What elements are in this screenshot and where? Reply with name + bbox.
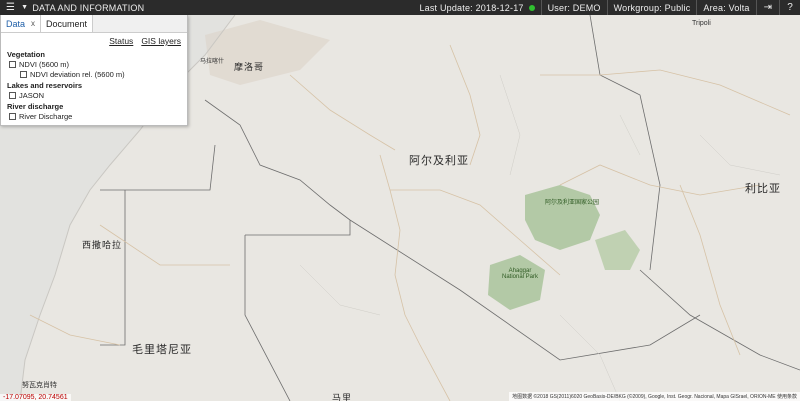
workgroup-info[interactable]: Workgroup: Public (606, 0, 697, 15)
label-national-park: 阿尔及利亚国家公园 (545, 200, 600, 206)
status-link[interactable]: Status (109, 36, 133, 46)
tab-data[interactable]: Data x (1, 15, 42, 32)
layer-ndvi[interactable]: NDVI (5600 m) (1, 59, 187, 69)
menu-icon[interactable]: ☰ (6, 2, 15, 13)
logout-icon[interactable]: ⇥ (755, 0, 780, 15)
tab-document-label: Document (46, 18, 88, 29)
user-info[interactable]: User: DEMO (540, 0, 607, 15)
close-icon[interactable]: x (31, 19, 35, 28)
tab-document[interactable]: Document (41, 15, 94, 32)
area-info[interactable]: Area: Volta (696, 0, 755, 15)
label-ahaggar: Ahaggar National Park (501, 268, 539, 280)
gis-layers-link[interactable]: GIS layers (141, 36, 181, 46)
status-indicator-icon (528, 4, 535, 11)
map-attribution[interactable]: 地图数据 ©2018 GS(2011)6020 GeoBasis-DE/BKG … (509, 392, 800, 401)
layer-ndvi-label: NDVI (5600 m) (19, 60, 70, 69)
last-update-text: Last Update: 2018-12-17 (419, 2, 524, 13)
label-tripoli: Tripoli (692, 20, 711, 27)
app-title[interactable]: DATA AND INFORMATION (32, 3, 144, 13)
help-icon[interactable]: ? (779, 0, 800, 15)
chevron-down-icon[interactable]: ▼ (21, 4, 28, 11)
panel-links: Status GIS layers (1, 33, 187, 48)
group-river: River discharge (7, 102, 64, 111)
cursor-coordinates: -17.07095, 20.74561 (0, 394, 71, 401)
layer-ndvi-deviation[interactable]: NDVI deviation rel. (5600 m) (1, 69, 187, 79)
label-nouakchott: 努瓦克肖特 (22, 382, 57, 389)
layer-jason[interactable]: JASON (1, 90, 187, 100)
layer-river-discharge-label: River Discharge (19, 112, 73, 121)
label-mauritania: 毛里塔尼亚 (132, 344, 192, 356)
layer-river-discharge[interactable]: River Discharge (1, 111, 187, 121)
label-morocco: 摩洛哥 (234, 62, 265, 72)
checkbox[interactable] (9, 92, 16, 99)
checkbox[interactable] (9, 113, 16, 120)
layer-jason-label: JASON (19, 91, 45, 100)
last-update: Last Update: 2018-12-17 (413, 0, 540, 15)
top-bar: ☰ ▼ DATA AND INFORMATION Last Update: 20… (0, 0, 800, 15)
label-algeria: 阿尔及利亚 (409, 155, 469, 167)
label-marrakesh: 马拉喀什 (200, 59, 225, 65)
checkbox[interactable] (9, 61, 16, 68)
panel-tabs: Data x Document (1, 15, 187, 33)
group-lakes: Lakes and reservoirs (7, 81, 83, 90)
label-libya: 利比亚 (745, 183, 781, 195)
label-western-sahara: 西撒哈拉 (82, 240, 123, 250)
data-panel: Data x Document Status GIS layers Vegeta… (0, 15, 188, 126)
layer-ndvi-deviation-label: NDVI deviation rel. (5600 m) (30, 70, 125, 79)
group-vegetation: Vegetation (7, 50, 45, 59)
label-mali: 马里 (332, 393, 353, 401)
tab-data-label: Data (6, 18, 26, 29)
checkbox[interactable] (20, 71, 27, 78)
